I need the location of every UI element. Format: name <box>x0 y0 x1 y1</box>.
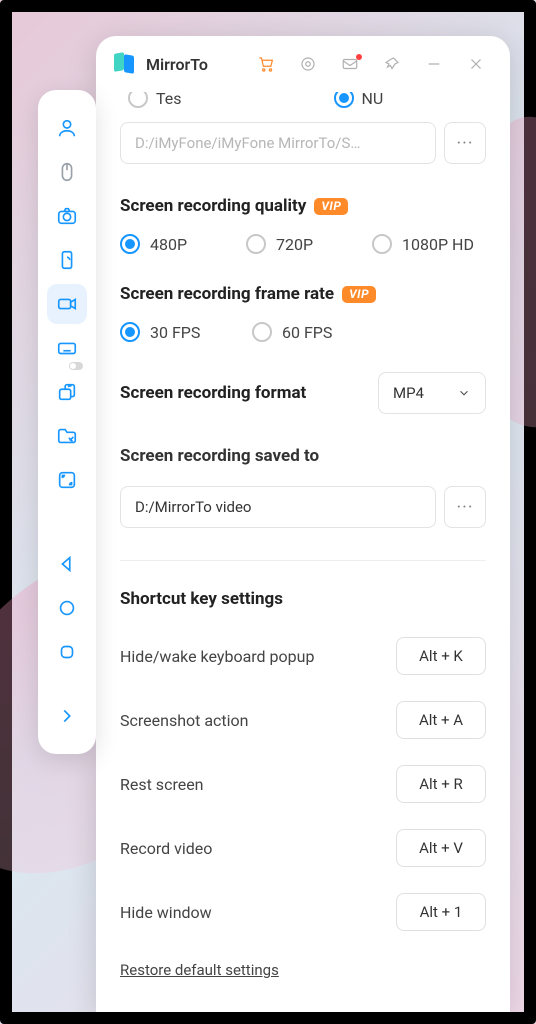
sidebar-cast-icon[interactable] <box>47 372 87 412</box>
sidebar-expand-icon[interactable] <box>47 696 87 736</box>
minimize-icon[interactable] <box>418 48 450 80</box>
sidebar <box>38 90 96 754</box>
sidebar-phone-icon[interactable] <box>47 240 87 280</box>
quality-options: 480P 720P 1080P HD <box>120 234 486 254</box>
shortcut-record-video: Record video Alt + V <box>120 829 486 867</box>
shortcut-key-keyboard[interactable]: Alt + K <box>396 637 486 675</box>
shortcut-key-hide[interactable]: Alt + 1 <box>396 893 486 931</box>
keyboard-toggle[interactable] <box>69 362 83 370</box>
sidebar-recent-icon[interactable] <box>47 632 87 672</box>
shortcuts-title: Shortcut key settings <box>120 589 486 609</box>
app-logo <box>114 53 136 75</box>
clipped-opt-1[interactable]: Tes <box>156 92 182 108</box>
chevron-down-icon <box>457 386 471 400</box>
sidebar-home-icon[interactable] <box>47 588 87 628</box>
close-icon[interactable] <box>460 48 492 80</box>
sidebar-files-icon[interactable] <box>47 416 87 456</box>
saved-to-title: Screen recording saved to <box>120 446 486 466</box>
vip-badge: VIP <box>342 286 376 303</box>
shortcut-key-rest[interactable]: Alt + R <box>396 765 486 803</box>
shortcut-screenshot: Screenshot action Alt + A <box>120 701 486 739</box>
fps-30[interactable]: 30 FPS <box>120 322 240 342</box>
recording-path-browse[interactable]: ··· <box>444 486 486 528</box>
app-title: MirrorTo <box>146 55 208 74</box>
quality-1080p[interactable]: 1080P HD <box>372 234 486 254</box>
sidebar-camera-icon[interactable] <box>47 196 87 236</box>
settings-panel: MirrorTo Tes NU D:/iMyFone/iMyFone Mirro… <box>96 36 510 1012</box>
divider <box>120 560 486 561</box>
pin-icon[interactable] <box>376 48 408 80</box>
shortcut-rest-screen: Rest screen Alt + R <box>120 765 486 803</box>
sidebar-back-icon[interactable] <box>47 544 87 584</box>
quality-720p[interactable]: 720P <box>246 234 360 254</box>
sidebar-record-icon[interactable] <box>47 284 87 324</box>
format-select[interactable]: MP4 <box>378 372 486 414</box>
shortcut-key-record[interactable]: Alt + V <box>396 829 486 867</box>
sidebar-account-icon[interactable] <box>47 108 87 148</box>
sidebar-mouse-icon[interactable] <box>47 152 87 192</box>
cart-icon[interactable] <box>250 48 282 80</box>
mail-icon[interactable] <box>334 48 366 80</box>
fps-60[interactable]: 60 FPS <box>252 322 486 342</box>
quality-title: Screen recording quality VIP <box>120 196 486 216</box>
framerate-options: 30 FPS 60 FPS <box>120 322 486 342</box>
settings-gear-icon[interactable] <box>292 48 324 80</box>
titlebar: MirrorTo <box>96 36 510 92</box>
framerate-title: Screen recording frame rate VIP <box>120 284 486 304</box>
screenshot-path-input[interactable]: D:/iMyFone/iMyFone MirrorTo/S… <box>120 122 436 164</box>
vip-badge: VIP <box>314 198 348 215</box>
recording-path-input[interactable]: D:/MirrorTo video <box>120 486 436 528</box>
screenshot-path-browse[interactable]: ··· <box>444 122 486 164</box>
clipped-option-row: Tes NU <box>120 92 486 108</box>
restore-defaults-link[interactable]: Restore default settings <box>120 961 279 979</box>
shortcut-hide-window: Hide window Alt + 1 <box>120 893 486 931</box>
shortcut-key-screenshot[interactable]: Alt + A <box>396 701 486 739</box>
shortcut-keyboard-popup: Hide/wake keyboard popup Alt + K <box>120 637 486 675</box>
clipped-opt-2[interactable]: NU <box>362 92 384 108</box>
settings-content: Tes NU D:/iMyFone/iMyFone MirrorTo/S… ··… <box>96 92 510 1012</box>
sidebar-fullscreen-icon[interactable] <box>47 460 87 500</box>
format-title: Screen recording format <box>120 383 306 403</box>
quality-480p[interactable]: 480P <box>120 234 234 254</box>
sidebar-keyboard-icon[interactable] <box>47 328 87 368</box>
